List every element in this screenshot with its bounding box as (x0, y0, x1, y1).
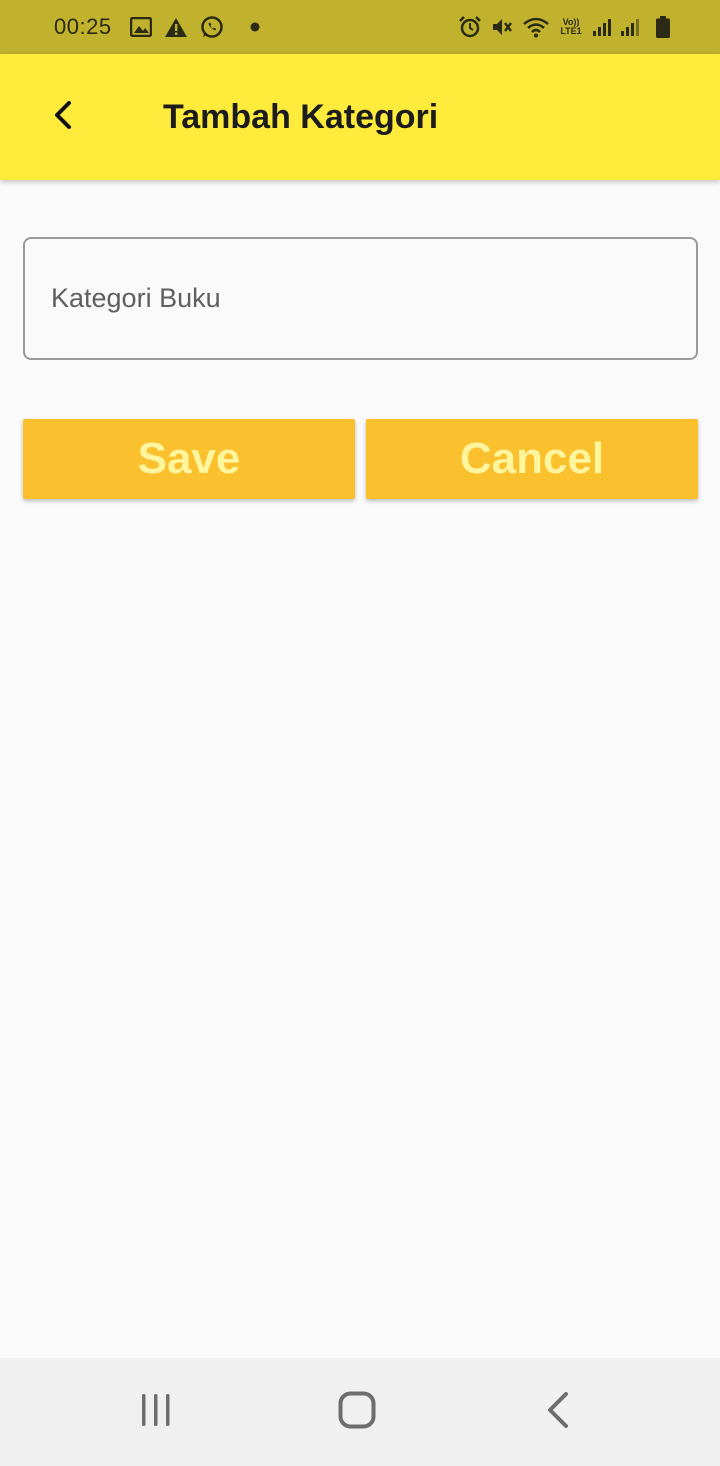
status-bar: 00:25 Vo)) LTE1 (0, 0, 720, 54)
system-nav-bar (0, 1358, 720, 1466)
status-time: 00:25 (54, 14, 112, 39)
cancel-button[interactable]: Cancel (366, 419, 698, 499)
mute-icon (490, 15, 514, 39)
signal-icon (620, 17, 640, 37)
status-right: Vo)) LTE1 (458, 0, 670, 54)
volte-icon: Vo)) LTE1 (558, 18, 584, 36)
chevron-left-icon (52, 100, 74, 135)
recent-apps-icon (138, 1392, 174, 1433)
signal-icon (592, 17, 612, 37)
category-input-placeholder: Kategori Buku (51, 283, 221, 313)
wifi-icon (522, 16, 550, 38)
save-button[interactable]: Save (23, 419, 355, 499)
alarm-icon (458, 15, 482, 39)
home-button[interactable] (297, 1358, 417, 1466)
nav-back-button[interactable] (498, 1358, 618, 1466)
back-icon (546, 1391, 570, 1434)
status-left: 00:25 (54, 0, 260, 54)
app-bar: Tambah Kategori (0, 54, 720, 180)
warning-icon (164, 17, 188, 38)
dot-icon (250, 22, 260, 32)
page-title: Tambah Kategori (163, 98, 439, 136)
volte-label: Vo)) LTE1 (560, 17, 582, 36)
recent-apps-button[interactable] (96, 1358, 216, 1466)
back-button[interactable] (40, 94, 86, 140)
gallery-icon (129, 17, 152, 37)
home-icon (338, 1391, 376, 1434)
category-input[interactable]: Kategori Buku (23, 237, 698, 360)
whatsapp-icon (200, 15, 224, 39)
battery-icon (656, 16, 670, 38)
